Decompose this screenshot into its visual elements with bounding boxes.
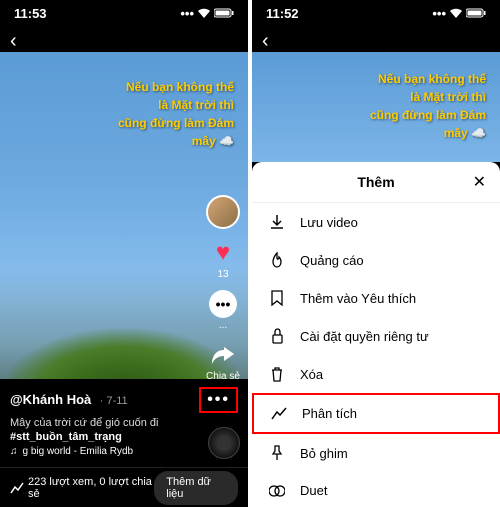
heart-icon: ♥ [209,239,237,267]
username[interactable]: @Khánh Hoà [10,392,91,407]
status-bar: 11:53 ••• [0,0,248,26]
more-options-button[interactable]: ••• [199,387,238,413]
trash-icon [268,366,286,382]
view-stats[interactable]: 223 lượt xem, 0 lượt chia sẻ [10,476,154,500]
hashtag[interactable]: #stt_buồn_tâm_trạng [10,431,238,443]
screen-video-view: 11:53 ••• ‹ Nếu bạn không thể là Mặt trờ… [0,0,248,507]
add-data-button[interactable]: Thêm dữ liệu [154,471,238,505]
battery-icon [466,8,486,18]
back-button[interactable]: ‹ [262,30,269,53]
analytics-icon [270,407,288,421]
side-actions: ♥ 13 ••• ... Chia sẻ [206,195,240,382]
more-sheet: Thêm ✕ Lưu video Quảng cáo Thêm vào Yêu … [252,162,500,507]
bookmark-icon [268,290,286,306]
pin-icon [268,445,286,461]
menu-analytics[interactable]: Phân tích [252,393,500,434]
overlay-caption: Nếu bạn không thể là Mặt trời thì cũng đ… [118,78,234,150]
video-caption: Mây của trời cứ để gió cuốn đi [10,417,238,429]
battery-icon [214,8,234,18]
dots-icon: ••• [209,290,237,318]
menu-favorite[interactable]: Thêm vào Yêu thích [252,279,500,317]
share-arrow-icon [209,341,237,369]
menu-unpin[interactable]: Bỏ ghim [252,434,500,472]
sheet-title: Thêm [357,174,394,190]
close-button[interactable]: ✕ [473,172,486,192]
menu-privacy[interactable]: Cài đặt quyền riêng tư [252,317,500,355]
wifi-icon [449,8,463,18]
overlay-caption: Nếu bạn không thể là Mặt trời thì cũng đ… [370,70,486,142]
signal-icon: ••• [432,6,446,21]
back-button[interactable]: ‹ [10,30,17,53]
lock-icon [268,328,286,344]
comment-button[interactable]: ••• ... [209,290,237,331]
wifi-icon [197,8,211,18]
status-icons: ••• [432,6,486,21]
menu-duet[interactable]: Duet [252,472,500,507]
share-button[interactable]: Chia sẻ [206,341,240,382]
menu-save-video[interactable]: Lưu video [252,203,500,241]
analytics-icon [10,482,24,494]
like-button[interactable]: ♥ 13 [209,239,237,280]
menu-delete[interactable]: Xóa [252,355,500,393]
status-time: 11:52 [266,6,299,21]
stats-bar: 223 lượt xem, 0 lượt chia sẻ Thêm dữ liệ… [0,467,248,507]
status-bar: 11:52 ••• [252,0,500,26]
duet-icon [268,484,286,498]
music-info[interactable]: ♫ g big world - Emilia Rydb [10,446,238,457]
screen-more-sheet: 11:52 ••• ‹ Nếu bạn không thể là Mặt trờ… [252,0,500,507]
profile-avatar[interactable] [206,195,240,229]
sheet-header: Thêm ✕ [252,162,500,203]
status-time: 11:53 [14,6,47,21]
signal-icon: ••• [180,6,194,21]
music-disc[interactable] [208,427,240,459]
menu-promote[interactable]: Quảng cáo [252,241,500,279]
status-icons: ••• [180,6,234,21]
post-date: · 7-11 [100,395,128,407]
download-icon [268,214,286,230]
sheet-list: Lưu video Quảng cáo Thêm vào Yêu thích C… [252,203,500,507]
flame-icon [268,252,286,268]
music-note-icon: ♫ [10,446,18,457]
